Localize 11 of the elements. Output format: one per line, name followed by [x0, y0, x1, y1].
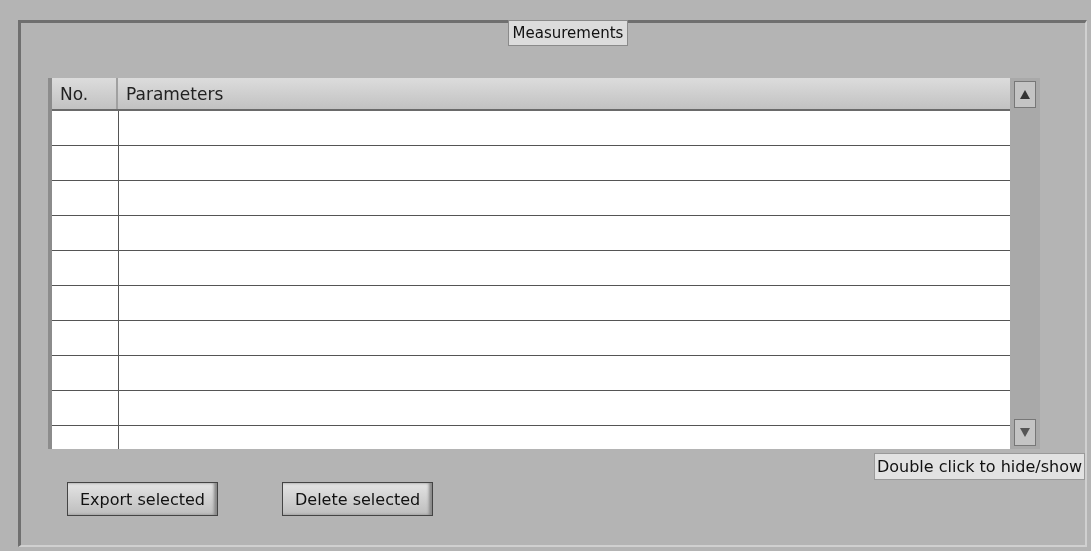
tooltip: Double click to hide/show	[873, 453, 1085, 480]
down-arrow-icon	[1020, 428, 1030, 437]
column-header[interactable]: No.	[52, 78, 118, 109]
column-header[interactable]: Parameters	[118, 78, 1010, 109]
scroll-down-button[interactable]	[1014, 419, 1036, 446]
scroll-up-button[interactable]	[1014, 81, 1036, 108]
action-button[interactable]: Export selected	[67, 482, 218, 516]
up-arrow-icon	[1020, 90, 1030, 99]
scrollbar[interactable]	[1010, 78, 1040, 449]
section-title: Measurements	[507, 20, 629, 46]
action-button[interactable]: Delete selected	[282, 482, 434, 516]
